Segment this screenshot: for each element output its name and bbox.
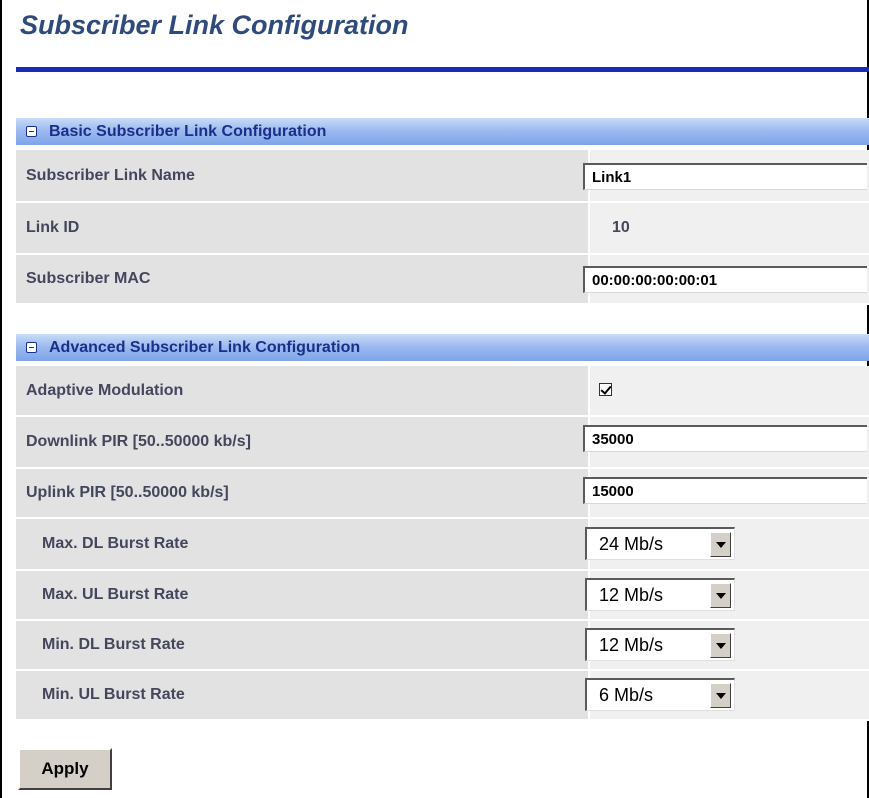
link-id-label: Link ID: [16, 203, 588, 253]
uplink-pir-input[interactable]: 15000: [583, 477, 867, 504]
downlink-pir-label: Downlink PIR [50..50000 kb/s]: [16, 417, 588, 467]
max-ul-burst-label: Max. UL Burst Rate: [16, 571, 588, 619]
collapse-minus-icon[interactable]: [26, 342, 37, 353]
chevron-down-icon[interactable]: [710, 532, 731, 557]
link-id-value: 10: [612, 219, 630, 236]
subscriber-link-name-input[interactable]: Link1: [583, 163, 867, 190]
max-dl-burst-row: Max. DL Burst Rate: [16, 519, 869, 571]
min-dl-burst-value: 12 Mb/s: [599, 635, 664, 655]
subscriber-mac-input[interactable]: 00:00:00:00:00:01: [583, 266, 867, 293]
adaptive-modulation-checkbox[interactable]: [599, 383, 612, 396]
downlink-pir-input[interactable]: 35000: [583, 425, 867, 452]
link-id-row: Link ID 10: [16, 203, 869, 255]
min-dl-burst-row: Min. DL Burst Rate: [16, 621, 869, 671]
max-dl-burst-select[interactable]: 24 Mb/s: [585, 527, 735, 560]
apply-button[interactable]: Apply: [18, 748, 112, 790]
chevron-down-icon[interactable]: [710, 633, 731, 658]
adaptive-modulation-row: Adaptive Modulation: [16, 366, 869, 417]
advanced-section-header[interactable]: Advanced Subscriber Link Configuration: [16, 334, 869, 361]
advanced-section-title: Advanced Subscriber Link Configuration: [49, 338, 361, 356]
adaptive-modulation-label: Adaptive Modulation: [16, 366, 588, 415]
min-ul-burst-row: Min. UL Burst Rate: [16, 671, 869, 721]
min-ul-burst-label: Min. UL Burst Rate: [16, 671, 588, 719]
basic-section-title: Basic Subscriber Link Configuration: [49, 122, 327, 140]
min-ul-burst-select[interactable]: 6 Mb/s: [585, 678, 735, 711]
page-frame: Subscriber Link Configuration Basic Subs…: [0, 0, 869, 798]
adaptive-modulation-cell: [590, 366, 869, 415]
title-divider: [16, 67, 869, 72]
min-ul-burst-value: 6 Mb/s: [599, 685, 654, 705]
collapse-minus-icon[interactable]: [26, 126, 37, 137]
max-dl-burst-value: 24 Mb/s: [599, 534, 664, 554]
min-dl-burst-label: Min. DL Burst Rate: [16, 621, 588, 669]
max-ul-burst-select[interactable]: 12 Mb/s: [585, 578, 735, 611]
chevron-down-icon[interactable]: [710, 683, 731, 708]
chevron-down-icon[interactable]: [710, 583, 731, 608]
subscriber-link-name-label: Subscriber Link Name: [16, 150, 588, 201]
link-id-cell: 10: [590, 203, 869, 253]
basic-section-header[interactable]: Basic Subscriber Link Configuration: [16, 118, 869, 145]
subscriber-mac-label: Subscriber MAC: [16, 255, 588, 303]
page-title: Subscriber Link Configuration: [20, 10, 409, 40]
max-ul-burst-row: Max. UL Burst Rate: [16, 571, 869, 621]
min-dl-burst-select[interactable]: 12 Mb/s: [585, 628, 735, 661]
max-dl-burst-label: Max. DL Burst Rate: [16, 519, 588, 569]
uplink-pir-label: Uplink PIR [50..50000 kb/s]: [16, 469, 588, 517]
max-ul-burst-value: 12 Mb/s: [599, 585, 664, 605]
